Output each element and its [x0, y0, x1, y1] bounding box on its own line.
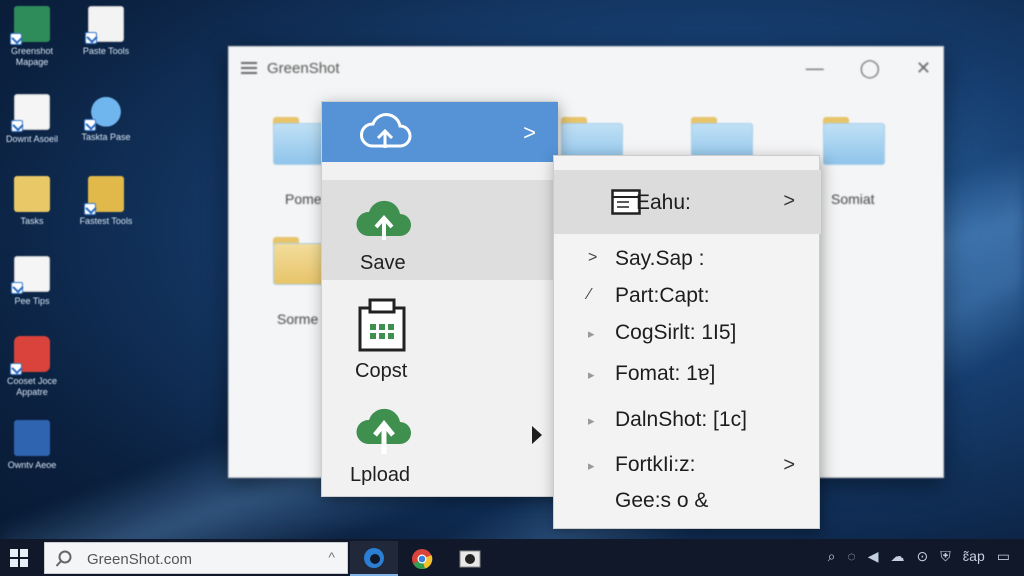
desktop-icon-downt[interactable]: Downt Asoeil	[0, 94, 64, 145]
submenu-header-label: Eahu:	[636, 191, 691, 214]
desktop-icon-label: Fastest Tools	[79, 216, 133, 226]
clipboard-icon	[358, 298, 406, 352]
desktop-icon-label: Cooset Joce Appatre	[6, 376, 58, 397]
chart-doc-icon	[11, 94, 50, 132]
maximize-button[interactable]: ◯	[860, 58, 880, 79]
search-icon[interactable]: ⌕	[828, 548, 836, 565]
desktop-icon-paste-tools[interactable]: Paste Tools	[74, 6, 138, 57]
menu-header-upload[interactable]: >	[322, 102, 558, 162]
desktop-icon-owntv[interactable]: Owntv Aeoe	[0, 420, 64, 471]
menu-item-label: Lpload	[350, 464, 411, 486]
app-blue-icon	[14, 420, 50, 456]
desktop-icon-label: Tasks	[20, 216, 44, 226]
submenu: Eahu: > > Say.Sap : ⁄ Part:Capt: ▸ CogSi…	[553, 155, 821, 529]
menu-item-upload[interactable]: Lpload	[322, 396, 558, 496]
minimize-button[interactable]: —	[806, 58, 824, 79]
submenu-item[interactable]: ▸ DalnShot: [1c]	[554, 403, 821, 439]
edge-icon	[364, 547, 384, 568]
folder-icon	[14, 176, 50, 212]
submenu-item[interactable]: Gee:s o &	[554, 484, 821, 520]
shield-icon[interactable]: ⛨	[940, 548, 951, 565]
desktop-icon-label: Paste Tools	[82, 46, 130, 56]
chevron-right-icon: >	[588, 249, 598, 266]
submenu-item-label: CogSirlt: 1I5]	[615, 321, 737, 344]
triangle-right-icon: ▸	[588, 326, 595, 341]
submenu-item[interactable]: ▸ CogSirlt: 1I5]	[554, 316, 821, 352]
cloud-upload-icon	[356, 408, 411, 454]
folder-label: Sorme	[277, 311, 319, 327]
notification-icon[interactable]: ▭	[997, 548, 1010, 565]
cloud-icon[interactable]: ☁	[891, 548, 905, 565]
desktop-icon-label: Pee Tips	[14, 296, 50, 306]
folder-icon	[84, 176, 124, 215]
desktop-icon-label: Greenshot Mapage	[10, 46, 54, 67]
desktop-icon-label: Downt Asoeil	[5, 134, 59, 144]
document-icon	[85, 6, 124, 44]
desktop-icon-fastest[interactable]: Fastest Tools	[74, 176, 138, 227]
submenu-item-label: Say.Sap :	[615, 247, 705, 270]
context-menu: > Save Copst Lpload	[321, 101, 558, 497]
submenu-item-label: Gee:s o &	[615, 489, 709, 512]
submenu-item[interactable]: ▸ Fomat: 1ɐ]	[554, 357, 821, 393]
app-red-icon	[10, 336, 50, 375]
chrome-icon	[412, 548, 433, 569]
location-icon[interactable]: ⊙	[917, 548, 929, 565]
chevron-right-icon: >	[783, 190, 795, 212]
desktop-icon-taskta[interactable]: Taskta Pase	[74, 92, 138, 143]
menu-item-copy[interactable]: Copst	[322, 288, 558, 390]
desktop-icon-label: Owntv Aeoe	[7, 460, 57, 470]
menu-item-save[interactable]: Save	[322, 180, 558, 280]
folder-label: Pome	[285, 191, 322, 207]
cloud-icon	[84, 92, 124, 131]
cloud-upload-icon	[360, 113, 412, 148]
desktop-icon-label: Taskta Pase	[81, 132, 131, 142]
triangle-right-icon: ▸	[588, 458, 595, 473]
search-icon	[55, 550, 72, 567]
submenu-item[interactable]: ⁄ Part:Capt:	[554, 279, 821, 315]
caret-up-icon[interactable]: ^	[328, 549, 335, 565]
desktop-icon-pee-tips[interactable]: Pee Tips	[0, 256, 64, 307]
edge-app-icon[interactable]	[350, 541, 398, 576]
submenu-arrow-icon	[532, 426, 542, 444]
desktop-icon-greenshot[interactable]: Greenshot Mapage	[0, 6, 64, 68]
menu-item-label: Save	[360, 252, 406, 274]
windows-start-icon[interactable]	[10, 549, 28, 567]
cloud-upload-icon	[356, 200, 411, 240]
tray-text: ɛ̃ap	[962, 548, 985, 564]
close-button[interactable]: ✕	[916, 58, 931, 79]
app-icon	[10, 6, 50, 45]
submenu-item[interactable]: ▸ FortkIi:z: >	[554, 448, 821, 484]
submenu-item-label: Part:Capt:	[615, 284, 710, 307]
folder-icon[interactable]	[823, 117, 885, 165]
folder-label: Somiat	[831, 191, 875, 207]
hamburger-icon[interactable]	[241, 62, 257, 74]
desktop-icon-cooset[interactable]: Cooset Joce Appatre	[0, 336, 64, 398]
camera-icon	[459, 550, 481, 567]
submenu-item-label: FortkIi:z:	[615, 453, 696, 476]
search-text: GreenShot.com	[87, 551, 193, 568]
triangle-right-icon: ▸	[588, 367, 595, 382]
window-titlebar: GreenShot — ◯ ✕	[229, 47, 943, 89]
greenshot-app-icon[interactable]	[446, 541, 494, 576]
taskbar-search-box[interactable]: GreenShot.com ^	[44, 542, 348, 574]
taskbar: GreenShot.com ^ ⌕ ◌ ◀ ☁ ⊙ ⛨ ɛ̃ap ▭	[0, 539, 1024, 576]
submenu-item-label: DalnShot: [1c]	[615, 408, 747, 431]
submenu-item[interactable]: > Say.Sap :	[554, 242, 821, 278]
chevron-right-icon: >	[523, 120, 536, 145]
desktop-icon-tasks[interactable]: Tasks	[0, 176, 64, 227]
window-title: GreenShot	[267, 59, 340, 77]
document-icon	[11, 256, 50, 294]
check-icon: ⁄	[588, 286, 591, 303]
triangle-right-icon: ▸	[588, 413, 595, 428]
submenu-header[interactable]: Eahu: >	[554, 170, 821, 234]
submenu-item-label: Fomat: 1ɐ]	[615, 362, 716, 385]
network-icon[interactable]: ◌	[847, 548, 855, 565]
chrome-app-icon[interactable]	[398, 541, 446, 576]
system-tray: ⌕ ◌ ◀ ☁ ⊙ ⛨ ɛ̃ap ▭	[828, 548, 1010, 565]
volume-icon[interactable]: ◀	[868, 548, 879, 565]
chevron-right-icon: >	[783, 454, 795, 476]
menu-item-label: Copst	[355, 360, 408, 382]
